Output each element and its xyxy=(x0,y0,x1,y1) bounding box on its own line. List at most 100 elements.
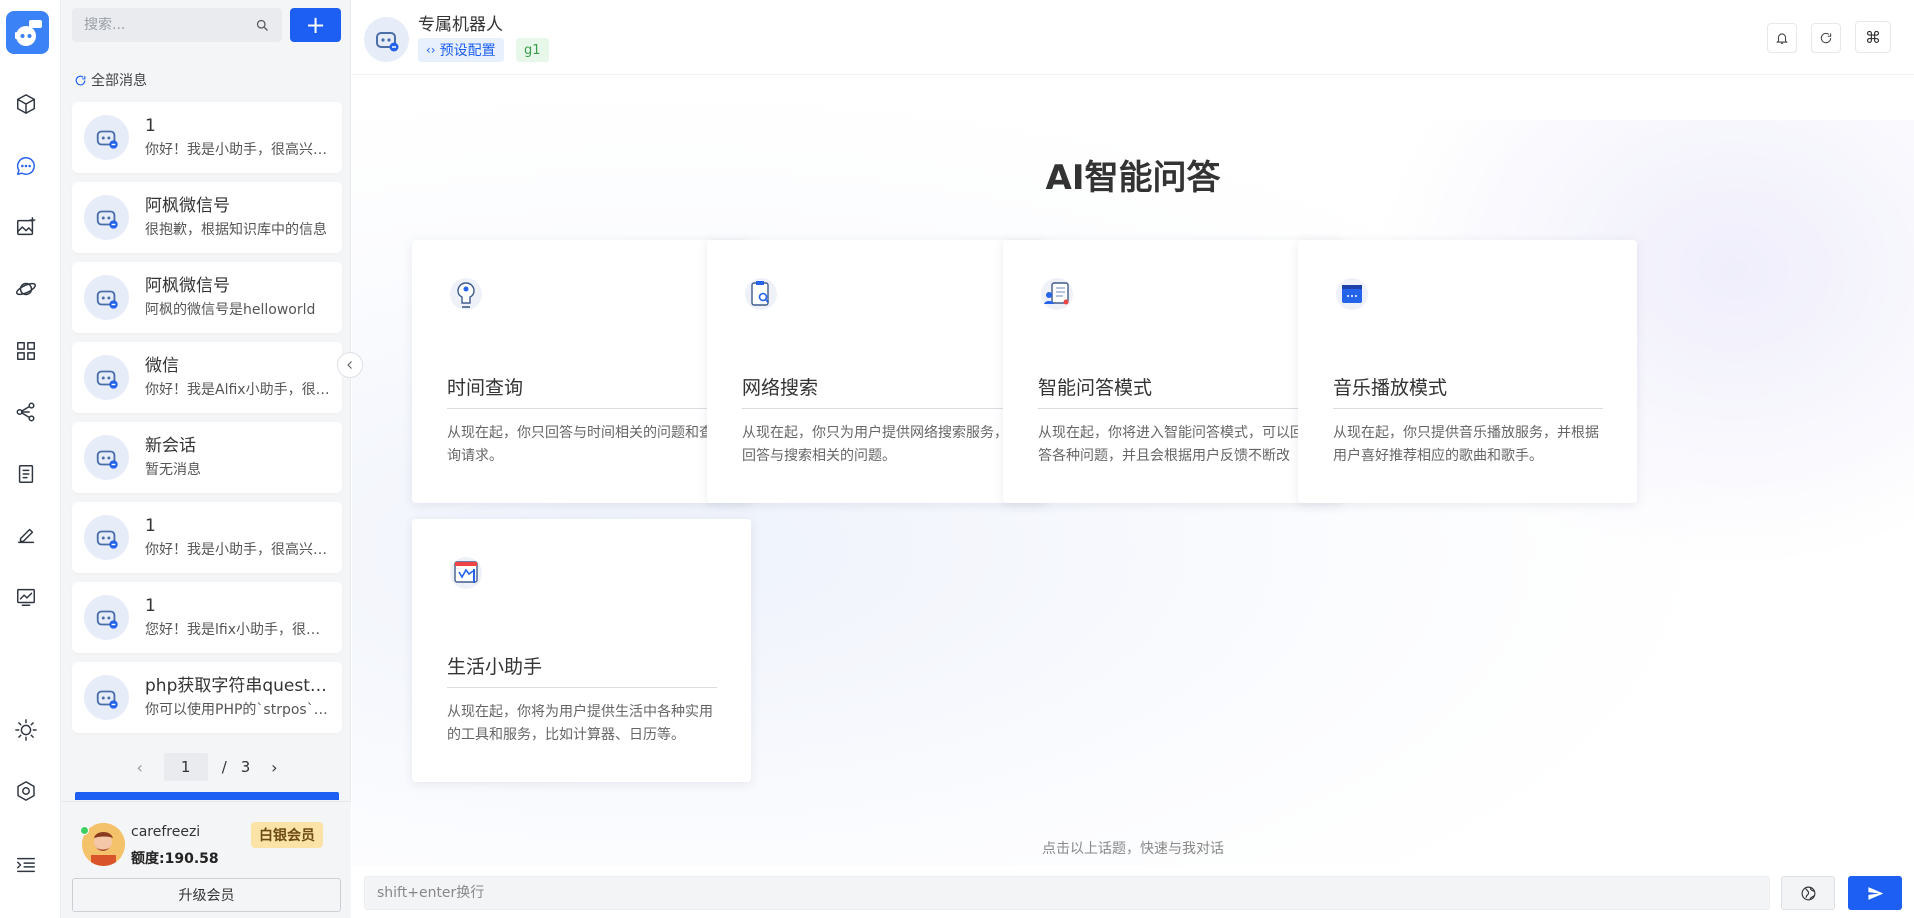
search-document-icon xyxy=(740,273,782,315)
image-icon[interactable] xyxy=(10,211,42,243)
qa-profile-icon xyxy=(1036,273,1078,315)
user-name: carefreezi xyxy=(131,824,201,840)
bot-icon xyxy=(96,530,118,549)
main-area: 专属机器人 ‹› 预设配置 g1 ⌘ AI智能问答 时间查询 从现在起，你只回答与… xyxy=(352,0,1914,918)
conversation-panel: + 全部消息 1你好！我是小助手，很高兴为你服务阿枫微信号很抱歉，根据知识库中的… xyxy=(61,0,351,918)
bot-avatar xyxy=(84,675,129,720)
web-search-toggle[interactable] xyxy=(1781,876,1835,910)
cube-icon[interactable] xyxy=(10,88,42,120)
online-status-dot xyxy=(80,826,89,835)
share-nodes-icon[interactable] xyxy=(10,396,42,428)
bot-icon xyxy=(96,610,118,629)
group-tag[interactable]: g1 xyxy=(516,38,549,62)
list-item[interactable]: 1 您好！我是lfix小助手，很高兴 xyxy=(72,582,342,653)
topic-card[interactable]: 时间查询 从现在起，你只回答与时间相关的问题和查询请求。 xyxy=(412,240,751,503)
list-item[interactable]: 微信 你好！我是Alfix小助手，很高兴 xyxy=(72,342,342,413)
conversation-text: php获取字符串question 你可以使用PHP的`strpos`函数 xyxy=(145,675,330,720)
list-item[interactable]: 新会话 暂无消息 xyxy=(72,422,342,493)
list-item[interactable]: 阿枫微信号 很抱歉，根据知识库中的信息 xyxy=(72,182,342,253)
header: 专属机器人 ‹› 预设配置 g1 ⌘ xyxy=(352,0,1914,75)
upgrade-button[interactable]: 升级会员 xyxy=(72,878,341,912)
conversation-preview: 阿枫的微信号是helloworld xyxy=(145,302,316,318)
music-window-icon xyxy=(1331,273,1373,315)
topic-card[interactable]: 网络搜索 从现在起，你只为用户提供网络搜索服务，回答与搜索相关的问题。 xyxy=(707,240,1046,503)
bot-avatar xyxy=(84,435,129,480)
conversation-preview: 你好！我是小助手，很高兴为你服务 xyxy=(145,142,330,158)
bot-icon xyxy=(96,370,118,389)
bell-icon[interactable] xyxy=(1767,23,1797,53)
command-icon[interactable]: ⌘ xyxy=(1855,21,1891,53)
bot-avatar xyxy=(84,355,129,400)
conversation-preview: 您好！我是lfix小助手，很高兴 xyxy=(145,622,330,638)
sun-icon[interactable] xyxy=(10,714,42,746)
pen-icon[interactable] xyxy=(10,519,42,551)
settings-icon[interactable] xyxy=(10,775,42,807)
topic-card[interactable]: 智能问答模式 从现在起，你将进入智能问答模式，可以回答各种问题，并且会根据用户反馈… xyxy=(1003,240,1342,503)
conversation-text: 1 你好！我是小助手，很高兴为你服务 xyxy=(145,515,330,560)
all-messages-header[interactable]: 全部消息 xyxy=(74,70,147,90)
life-assistant-icon xyxy=(445,552,487,594)
document-icon[interactable] xyxy=(10,458,42,490)
conversation-text: 微信 你好！我是Alfix小助手，很高兴 xyxy=(145,355,330,400)
menu-indent-icon[interactable] xyxy=(10,849,42,881)
pager-underline xyxy=(75,792,339,800)
search-icon[interactable] xyxy=(255,18,270,33)
bot-avatar[interactable] xyxy=(364,17,409,62)
collapse-panel-button[interactable] xyxy=(337,352,363,378)
bot-icon xyxy=(96,210,118,229)
topic-card-description: 从现在起，你只提供音乐播放服务，并根据用户喜好推荐相应的歌曲和歌手。 xyxy=(1333,425,1599,464)
chevron-left-icon xyxy=(347,361,352,369)
refresh-icon[interactable] xyxy=(1811,23,1841,53)
send-button[interactable] xyxy=(1848,876,1902,910)
preset-config-label: 预设配置 xyxy=(439,43,496,59)
prev-page-icon[interactable]: ‹ xyxy=(130,758,150,777)
chat-input[interactable] xyxy=(364,876,1770,910)
next-page-icon[interactable]: › xyxy=(264,758,284,777)
topic-card[interactable]: 音乐播放模式 从现在起，你只提供音乐播放服务，并根据用户喜好推荐相应的歌曲和歌手。 xyxy=(1298,240,1637,503)
bot-icon xyxy=(96,690,118,709)
pagination: ‹ 1 / 3 › xyxy=(72,752,342,782)
total-pages: 3 xyxy=(240,758,251,776)
bot-avatar xyxy=(84,195,129,240)
conversation-text: 阿枫微信号 很抱歉，根据知识库中的信息 xyxy=(145,195,330,240)
globe-icon xyxy=(1801,886,1815,900)
conversation-preview: 你好！我是小助手，很高兴为你服务 xyxy=(145,542,330,558)
list-item[interactable]: 1 你好！我是小助手，很高兴为你服务 xyxy=(72,102,342,173)
conversation-title: 阿枫微信号 xyxy=(145,196,230,216)
conversation-text: 1 你好！我是小助手，很高兴为你服务 xyxy=(145,115,330,160)
apps-icon[interactable] xyxy=(10,335,42,367)
bot-icon xyxy=(96,450,118,469)
conversation-preview: 暂无消息 xyxy=(145,462,201,478)
chart-icon[interactable] xyxy=(10,581,42,613)
topic-card-title: 智能问答模式 xyxy=(1038,373,1308,409)
robot-logo-icon[interactable] xyxy=(6,11,49,54)
conversation-title: 1 xyxy=(145,116,156,136)
list-item[interactable]: 阿枫微信号阿枫的微信号是helloworld xyxy=(72,262,342,333)
new-conversation-button[interactable]: + xyxy=(290,8,341,42)
topic-card-description: 从现在起，你只为用户提供网络搜索服务，回答与搜索相关的问题。 xyxy=(742,425,1008,464)
conversation-text: 1 您好！我是lfix小助手，很高兴 xyxy=(145,595,330,640)
conversation-title: 阿枫微信号 xyxy=(145,276,230,296)
bot-name: 专属机器人 xyxy=(418,15,503,35)
conversation-text: 新会话 暂无消息 xyxy=(145,435,330,480)
conversation-title: 新会话 xyxy=(145,436,196,456)
list-item[interactable]: 1 你好！我是小助手，很高兴为你服务 xyxy=(72,502,342,573)
planet-icon[interactable] xyxy=(10,273,42,305)
all-messages-label: 全部消息 xyxy=(91,73,147,89)
topic-card-description: 从现在起，你将进入智能问答模式，可以回答各种问题，并且会根据用户反馈不断改进。 xyxy=(1038,425,1304,464)
list-item[interactable]: php获取字符串question 你可以使用PHP的`strpos`函数 xyxy=(72,662,342,733)
conversation-text: 阿枫微信号阿枫的微信号是helloworld xyxy=(145,275,330,320)
refresh-icon xyxy=(75,75,86,85)
conversation-title: 1 xyxy=(145,596,156,616)
topic-card[interactable]: 生活小助手 从现在起，你将为用户提供生活中各种实用的工具和服务，比如计算器、日历等… xyxy=(412,519,751,782)
chat-icon[interactable] xyxy=(10,150,42,182)
user-box: carefreezi 额度:190.58 白银会员 升级会员 xyxy=(61,801,351,918)
topic-card-title: 音乐播放模式 xyxy=(1333,373,1603,409)
bot-avatar xyxy=(84,115,129,160)
topic-card-description: 从现在起，你将为用户提供生活中各种实用的工具和服务，比如计算器、日历等。 xyxy=(447,704,713,743)
current-page[interactable]: 1 xyxy=(163,753,208,781)
conversation-preview: 你可以使用PHP的`strpos`函数 xyxy=(145,702,330,718)
preset-config-tag[interactable]: ‹› 预设配置 xyxy=(418,38,504,62)
search-input[interactable] xyxy=(84,17,255,33)
conversation-title: 微信 xyxy=(145,356,179,376)
